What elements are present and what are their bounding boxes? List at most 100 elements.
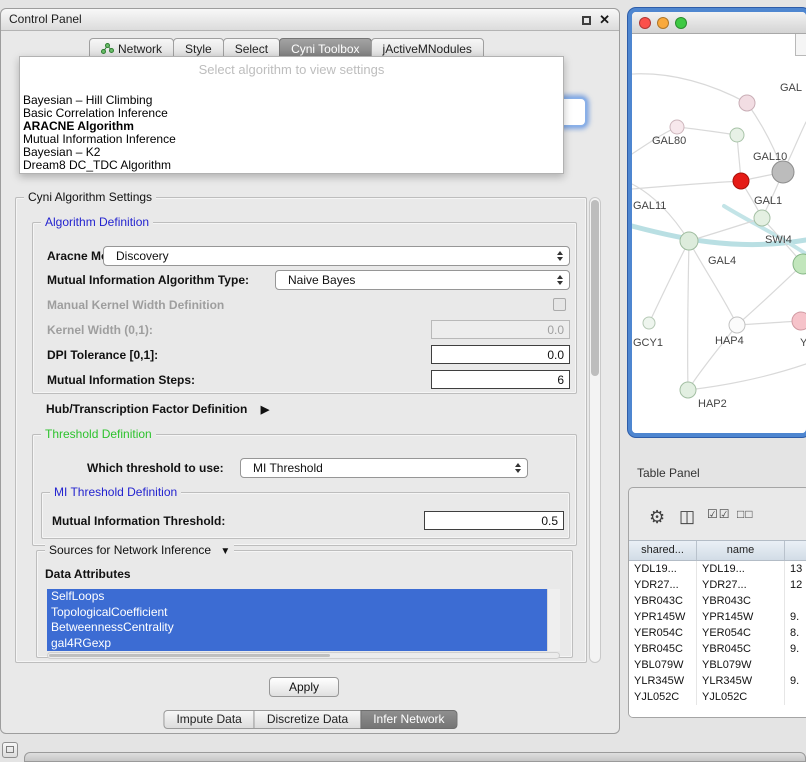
algorithm-definition-title: Algorithm Definition bbox=[41, 215, 153, 229]
table-cell: YLR345W bbox=[697, 673, 785, 689]
node-label: HAP2 bbox=[698, 398, 727, 410]
column-header-name[interactable]: name bbox=[697, 541, 785, 560]
hub-section-label: Hub/Transcription Factor Definition bbox=[46, 402, 247, 416]
tab-label: jActiveMNodules bbox=[383, 42, 472, 56]
table-cell: 9. bbox=[785, 673, 806, 689]
table-row[interactable]: YBR045CYBR045C9. bbox=[629, 641, 806, 657]
attributes-vertical-scrollbar[interactable] bbox=[547, 589, 560, 651]
select-all-icon[interactable]: ☑☑ bbox=[707, 507, 731, 521]
tab-infer-network[interactable]: Infer Network bbox=[360, 710, 457, 729]
table-cell: YPR145W bbox=[629, 609, 697, 625]
manual-kernel-width-checkbox[interactable] bbox=[553, 298, 566, 311]
network-node[interactable] bbox=[739, 95, 755, 111]
combo-arrows-icon bbox=[557, 275, 565, 285]
network-node[interactable] bbox=[680, 382, 696, 398]
control-panel-window: Control Panel ✕ NetworkStyleSelectCyni T… bbox=[0, 8, 620, 734]
algorithm-dropdown: Select algorithm to view settings Bayesi… bbox=[19, 56, 564, 174]
kernel-width-input[interactable] bbox=[431, 320, 570, 339]
table-row[interactable]: YDL19...YDL19...13 bbox=[629, 561, 806, 577]
dropdown-placeholder: Select algorithm to view settings bbox=[20, 62, 563, 77]
node-label: GAL4 bbox=[708, 255, 736, 267]
apply-button[interactable]: Apply bbox=[269, 677, 339, 697]
dpi-tolerance-input[interactable] bbox=[431, 345, 570, 364]
network-node[interactable] bbox=[772, 161, 794, 183]
minimize-traffic-light-icon[interactable] bbox=[657, 17, 669, 29]
table-row[interactable]: YDR27...YDR27...12 bbox=[629, 577, 806, 593]
tab-discretize-data[interactable]: Discretize Data bbox=[254, 710, 361, 729]
cyni-settings-group: Cyni Algorithm Settings Algorithm Defini… bbox=[15, 197, 587, 663]
network-node[interactable] bbox=[643, 317, 655, 329]
table-cell: YJL052C bbox=[697, 689, 785, 705]
attributes-horizontal-scrollbar[interactable] bbox=[47, 652, 560, 659]
settings-scrollbar[interactable] bbox=[589, 197, 601, 663]
table-cell: YDR27... bbox=[697, 577, 785, 593]
network-window-titlebar[interactable] bbox=[632, 12, 806, 34]
attribute-item-gal4rgexp[interactable]: gal4RGexp bbox=[47, 636, 547, 652]
table-row[interactable]: YBR043CYBR043C bbox=[629, 593, 806, 609]
column-selector-icon[interactable]: ◫ bbox=[679, 507, 695, 527]
sources-section-toggle[interactable]: Sources for Network Inference ▼ bbox=[45, 543, 234, 557]
table-row[interactable]: YJL052CYJL052C bbox=[629, 689, 806, 705]
table-cell: YBR045C bbox=[697, 641, 785, 657]
mi-steps-input[interactable] bbox=[431, 370, 570, 389]
column-header-shared[interactable]: shared... bbox=[629, 541, 697, 560]
scrollbar-thumb[interactable] bbox=[49, 654, 330, 657]
mi-algorithm-type-select[interactable]: Naive Bayes bbox=[275, 270, 570, 290]
dropdown-item-mutual-information-inference[interactable]: Mutual Information Inference bbox=[20, 133, 563, 146]
table-row[interactable]: YPR145WYPR145W9. bbox=[629, 609, 806, 625]
network-node[interactable] bbox=[792, 312, 806, 330]
gear-icon[interactable]: ⚙ bbox=[649, 507, 665, 528]
table-row[interactable]: YBL079WYBL079W bbox=[629, 657, 806, 673]
attribute-item-selfloops[interactable]: SelfLoops bbox=[47, 589, 547, 605]
close-traffic-light-icon[interactable] bbox=[639, 17, 651, 29]
network-node[interactable] bbox=[733, 173, 749, 189]
node-label: GAL11 bbox=[633, 200, 666, 212]
threshold-definition-group: Threshold Definition Which threshold to … bbox=[32, 434, 577, 546]
which-threshold-select[interactable]: MI Threshold bbox=[240, 458, 528, 478]
collapse-arrow-icon: ▼ bbox=[220, 546, 230, 557]
table-cell: YDR27... bbox=[629, 577, 697, 593]
network-edge bbox=[688, 241, 689, 390]
tab-impute-data[interactable]: Impute Data bbox=[163, 710, 254, 729]
attribute-item-betweennesscentrality[interactable]: BetweennessCentrality bbox=[47, 620, 547, 636]
zoom-traffic-light-icon[interactable] bbox=[675, 17, 687, 29]
network-node[interactable] bbox=[730, 128, 744, 142]
table-cell bbox=[785, 689, 806, 705]
table-panel-title: Table Panel bbox=[637, 466, 700, 480]
tab-label: Impute Data bbox=[176, 712, 241, 726]
close-icon[interactable]: ✕ bbox=[599, 12, 610, 28]
deselect-all-icon[interactable]: □□ bbox=[737, 507, 754, 521]
table-cell: YBL079W bbox=[629, 657, 697, 673]
mi-algorithm-type-label: Mutual Information Algorithm Type: bbox=[47, 273, 249, 287]
node-label: GAL10 bbox=[753, 151, 787, 163]
table-body: YDL19...YDL19...13YDR27...YDR27...12YBR0… bbox=[629, 561, 806, 717]
attribute-item-topologicalcoefficient[interactable]: TopologicalCoefficient bbox=[47, 605, 547, 621]
screen: Control Panel ✕ NetworkStyleSelectCyni T… bbox=[0, 0, 806, 762]
mi-threshold-input[interactable] bbox=[424, 511, 564, 530]
canvas-scrollbar-stub[interactable] bbox=[795, 34, 806, 56]
dropdown-item-dream8-dc-tdc-algorithm[interactable]: Dream8 DC_TDC Algorithm bbox=[20, 159, 563, 172]
table-row[interactable]: YER054CYER054C8. bbox=[629, 625, 806, 641]
kernel-width-label: Kernel Width (0,1): bbox=[47, 323, 153, 337]
table-cell: YDL19... bbox=[697, 561, 785, 577]
aracne-mode-value: Discovery bbox=[116, 249, 169, 263]
network-canvas[interactable]: GALGAL80GAL10GAL1GAL11SWI4GAL4GCY1HAP4YH… bbox=[632, 34, 806, 433]
table-cell: YPR145W bbox=[697, 609, 785, 625]
docked-panel-icon[interactable] bbox=[2, 742, 18, 758]
which-threshold-value: MI Threshold bbox=[253, 461, 323, 475]
table-row[interactable]: YLR345WYLR345W9. bbox=[629, 673, 806, 689]
mi-algorithm-type-value: Naive Bayes bbox=[288, 273, 355, 287]
hub-section-toggle[interactable]: Hub/Transcription Factor Definition ▶ bbox=[46, 402, 269, 416]
scrollbar-thumb[interactable] bbox=[591, 200, 599, 376]
control-panel-titlebar[interactable]: Control Panel ✕ bbox=[1, 9, 619, 31]
network-node[interactable] bbox=[729, 317, 745, 333]
tab-label: Style bbox=[185, 42, 212, 56]
column-header-col2[interactable] bbox=[785, 541, 806, 560]
aracne-mode-select[interactable]: Discovery bbox=[103, 246, 570, 266]
data-attributes-list[interactable]: SelfLoopsTopologicalCoefficientBetweenne… bbox=[47, 589, 560, 651]
network-node[interactable] bbox=[754, 210, 770, 226]
float-window-icon[interactable] bbox=[582, 16, 591, 25]
network-node[interactable] bbox=[670, 120, 684, 134]
window-title: Control Panel bbox=[9, 9, 82, 30]
network-node[interactable] bbox=[680, 232, 698, 250]
